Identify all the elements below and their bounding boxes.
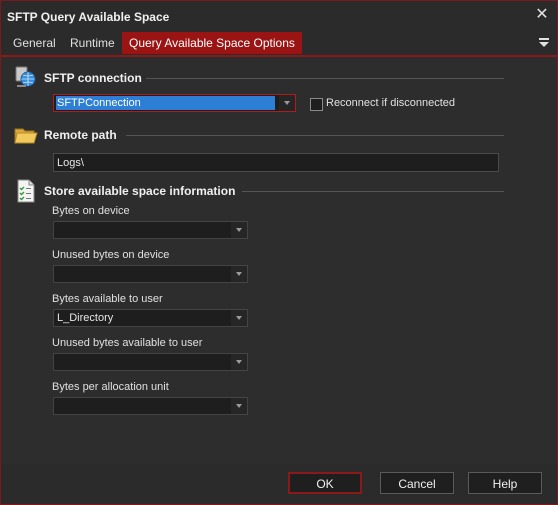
section-divider	[126, 135, 504, 136]
sftp-connection-value: SFTPConnection	[56, 96, 275, 110]
title-bar[interactable]: SFTP Query Available Space ✕	[1, 1, 557, 31]
sftp-connection-select[interactable]: SFTPConnection	[53, 94, 296, 112]
bytes-available-to-user-value: L_Directory	[57, 312, 114, 324]
cancel-button[interactable]: Cancel	[380, 472, 454, 494]
section-title-sftp-connection: SFTP connection	[44, 71, 142, 85]
dropdown-button[interactable]	[279, 95, 295, 111]
dropdown-button[interactable]	[231, 222, 247, 238]
network-globe-icon	[15, 66, 36, 87]
folder-icon	[14, 128, 38, 144]
tab-general[interactable]: General	[6, 32, 63, 54]
dropdown-button[interactable]	[231, 266, 247, 282]
reconnect-checkbox[interactable]: Reconnect if disconnected	[310, 97, 460, 111]
unused-bytes-available-to-user-value	[56, 355, 58, 369]
reconnect-checkbox-box[interactable]	[310, 98, 323, 111]
bytes-on-device-label: Bytes on device	[52, 205, 130, 217]
window-title: SFTP Query Available Space	[7, 10, 170, 24]
tab-query-available-space-options[interactable]: Query Available Space Options	[122, 32, 302, 54]
unused-bytes-available-to-user-select[interactable]	[53, 353, 248, 371]
chevron-down-icon	[236, 404, 242, 408]
remote-path-input[interactable]	[53, 153, 499, 172]
dropdown-button[interactable]	[231, 398, 247, 414]
dropdown-button[interactable]	[231, 354, 247, 370]
chevron-down-icon	[284, 101, 290, 105]
bytes-available-to-user-select[interactable]: L_Directory	[53, 309, 248, 327]
bytes-per-allocation-unit-select[interactable]	[53, 397, 248, 415]
section-divider	[242, 191, 504, 192]
reconnect-checkbox-label: Reconnect if disconnected	[326, 97, 456, 109]
bytes-on-device-select[interactable]	[53, 221, 248, 239]
bytes-per-allocation-unit-value	[56, 399, 58, 413]
options-panel: SFTP connection SFTPConnection Reconnect…	[1, 57, 557, 464]
chevron-down-icon	[236, 360, 242, 364]
help-button[interactable]: Help	[468, 472, 542, 494]
bytes-available-to-user-label: Bytes available to user	[52, 293, 163, 305]
chevron-down-icon	[236, 272, 242, 276]
tab-menu-bar-icon	[539, 38, 549, 40]
unused-bytes-on-device-select[interactable]	[53, 265, 248, 283]
chevron-down-icon	[236, 316, 242, 320]
section-divider	[146, 78, 504, 79]
chevron-down-icon	[236, 228, 242, 232]
bytes-on-device-value	[56, 223, 58, 237]
ok-button[interactable]: OK	[288, 472, 362, 494]
unused-bytes-on-device-label: Unused bytes on device	[52, 249, 170, 261]
tab-runtime[interactable]: Runtime	[63, 32, 122, 54]
chevron-down-icon	[539, 42, 549, 47]
checklist-document-icon	[17, 179, 35, 203]
tab-menu-button[interactable]	[537, 35, 551, 49]
close-button[interactable]: ✕	[535, 7, 549, 23]
section-title-remote-path: Remote path	[44, 128, 117, 142]
unused-bytes-on-device-value	[56, 267, 58, 281]
dialog-window: SFTP Query Available Space ✕ General Run…	[0, 0, 558, 505]
close-icon: ✕	[535, 6, 549, 23]
bytes-per-allocation-unit-label: Bytes per allocation unit	[52, 381, 169, 393]
dialog-footer: OK Cancel Help	[1, 464, 557, 504]
tab-bar: General Runtime Query Available Space Op…	[1, 31, 557, 57]
unused-bytes-available-to-user-label: Unused bytes available to user	[52, 337, 203, 349]
section-title-store-space-info: Store available space information	[44, 184, 236, 198]
remote-path-field[interactable]	[54, 154, 498, 171]
dropdown-button[interactable]	[231, 310, 247, 326]
